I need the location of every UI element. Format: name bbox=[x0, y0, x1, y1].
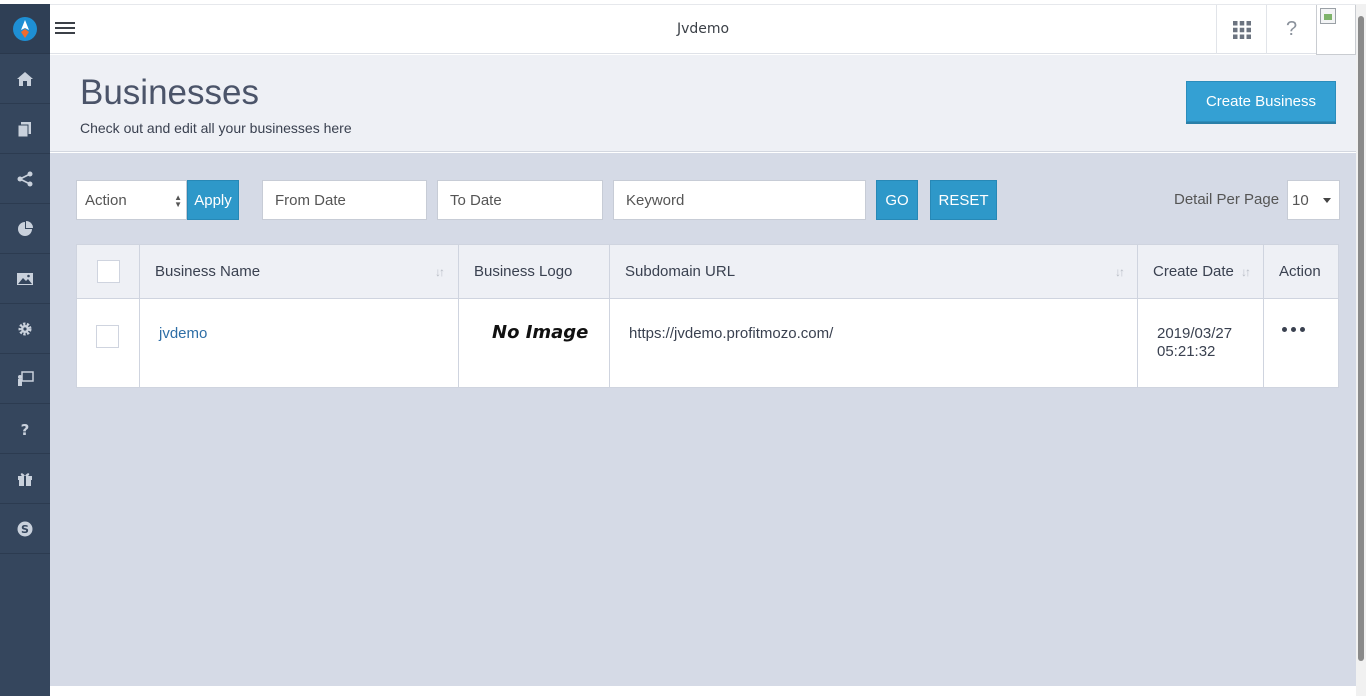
chevron-down-icon bbox=[1323, 198, 1331, 203]
top-bar: Jvdemo ? bbox=[50, 4, 1356, 55]
sort-icon[interactable]: ↓↑ bbox=[435, 265, 445, 279]
subdomain-column: Subdomain URL ↓↑ https://jvdemo.profitmo… bbox=[610, 245, 1138, 387]
sort-icon[interactable]: ↓↑ bbox=[1241, 265, 1251, 279]
business-name-link[interactable]: jvdemo bbox=[159, 325, 207, 342]
business-logo-column: Business Logo No Image bbox=[459, 245, 610, 387]
sidebar-item-skype[interactable]: S bbox=[0, 504, 50, 554]
sidebar-item-share[interactable] bbox=[0, 154, 50, 204]
main-content: Action ▲ ▼ Apply From Date To Date Keywor… bbox=[50, 153, 1356, 686]
create-date-value: 2019/03/27 05:21:32 bbox=[1157, 325, 1232, 361]
sidebar: ? S bbox=[0, 4, 50, 696]
create-date-day: 2019/03/27 bbox=[1157, 325, 1233, 342]
column-header-business-logo: Business Logo bbox=[474, 263, 573, 280]
select-arrows-icon: ▲ ▼ bbox=[174, 193, 182, 209]
subdomain-url: https://jvdemo.profitmozo.com/ bbox=[629, 325, 834, 342]
apps-grid-icon bbox=[1232, 20, 1251, 39]
sidebar-item-reports[interactable] bbox=[0, 204, 50, 254]
help-button[interactable]: ? bbox=[1266, 5, 1316, 54]
sidebar-item-settings[interactable] bbox=[0, 304, 50, 354]
pie-chart-icon bbox=[18, 220, 33, 236]
page-header: Businesses Check out and edit all your b… bbox=[50, 55, 1356, 152]
select-all-checkbox[interactable] bbox=[97, 260, 120, 283]
apps-grid-button[interactable] bbox=[1216, 5, 1266, 54]
question-icon: ? bbox=[21, 421, 30, 438]
go-button[interactable]: GO bbox=[876, 180, 918, 220]
select-column bbox=[77, 245, 140, 387]
sidebar-item-media[interactable] bbox=[0, 254, 50, 304]
column-header-subdomain[interactable]: Subdomain URL bbox=[625, 263, 735, 280]
to-date-input[interactable]: To Date bbox=[437, 180, 603, 220]
create-date-time: 05:21:32 bbox=[1157, 343, 1216, 360]
skype-icon: S bbox=[17, 521, 33, 536]
from-date-input[interactable]: From Date bbox=[262, 180, 427, 220]
bulk-action-value: Action bbox=[85, 191, 127, 209]
svg-text:S: S bbox=[21, 523, 29, 536]
action-column: Action bbox=[1264, 245, 1338, 387]
keyword-input[interactable]: Keyword bbox=[613, 180, 866, 220]
gift-icon bbox=[18, 472, 32, 486]
create-date-column: Create Date ↓↑ 2019/03/27 05:21:32 bbox=[1138, 245, 1264, 387]
sidebar-item-help[interactable]: ? bbox=[0, 404, 50, 454]
home-icon bbox=[17, 71, 33, 86]
gear-icon bbox=[18, 322, 32, 335]
per-page-select[interactable]: 10 bbox=[1287, 180, 1340, 220]
per-page-value: 10 bbox=[1292, 191, 1309, 209]
pages-icon bbox=[17, 121, 31, 137]
sidebar-item-pages[interactable] bbox=[0, 104, 50, 154]
page-title: Businesses bbox=[80, 73, 259, 112]
no-image-placeholder: No Image bbox=[492, 322, 589, 343]
rocket-logo-icon bbox=[13, 16, 37, 41]
page-footer-strip bbox=[50, 686, 1356, 696]
apply-button[interactable]: Apply bbox=[187, 180, 239, 220]
image-icon bbox=[17, 272, 33, 285]
broken-image-icon bbox=[1320, 8, 1336, 24]
column-header-action: Action bbox=[1279, 263, 1321, 280]
presentation-icon bbox=[18, 370, 34, 386]
column-header-business-name[interactable]: Business Name bbox=[155, 263, 260, 280]
app-logo[interactable] bbox=[0, 4, 50, 54]
sidebar-item-home[interactable] bbox=[0, 54, 50, 104]
business-name-column: Business Name ↓↑ jvdemo bbox=[140, 245, 459, 387]
create-business-button[interactable]: Create Business bbox=[1186, 81, 1336, 122]
sidebar-item-rewards[interactable] bbox=[0, 454, 50, 504]
page-scrollbar[interactable] bbox=[1356, 4, 1366, 696]
scrollbar-thumb[interactable] bbox=[1358, 16, 1364, 661]
sort-icon[interactable]: ↓↑ bbox=[1115, 265, 1125, 279]
per-page-label: Detail Per Page bbox=[1174, 191, 1280, 208]
businesses-table: Business Name ↓↑ jvdemo Business Logo No… bbox=[76, 244, 1339, 388]
column-header-create-date[interactable]: Create Date bbox=[1153, 263, 1234, 280]
page-subtitle: Check out and edit all your businesses h… bbox=[80, 120, 352, 136]
more-actions-icon[interactable] bbox=[1282, 327, 1305, 332]
app-title: Jvdemo bbox=[676, 21, 730, 37]
sidebar-item-training[interactable] bbox=[0, 354, 50, 404]
reset-button[interactable]: RESET bbox=[930, 180, 997, 220]
bulk-action-select[interactable]: Action ▲ ▼ bbox=[76, 180, 187, 220]
svg-text:?: ? bbox=[21, 421, 30, 438]
share-icon bbox=[17, 171, 33, 186]
row-checkbox[interactable] bbox=[96, 325, 119, 348]
user-avatar[interactable] bbox=[1316, 5, 1356, 55]
